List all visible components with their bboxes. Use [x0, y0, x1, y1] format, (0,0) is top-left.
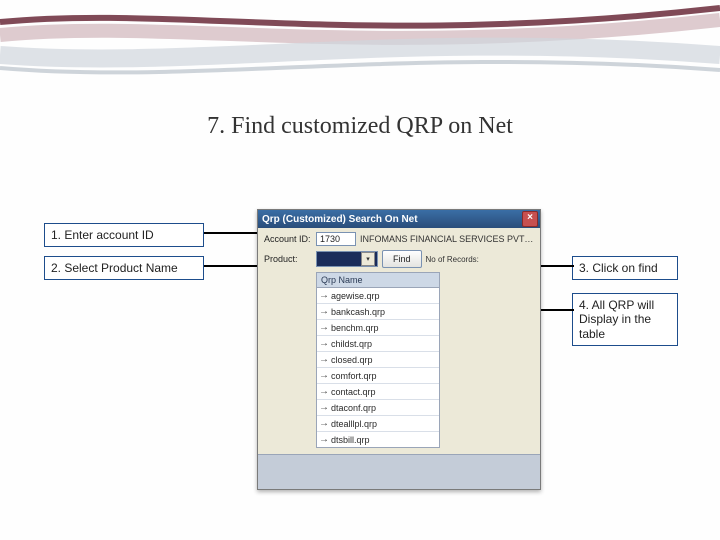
close-icon[interactable]: ×: [522, 211, 538, 227]
product-row: Product: ▾ Find No of Records:: [264, 250, 534, 268]
arrow-right-icon: →: [319, 355, 329, 365]
qrp-name: contact.qrp: [331, 387, 376, 397]
qrp-name: childst.qrp: [331, 339, 372, 349]
arrow-right-icon: →: [319, 323, 329, 333]
table-header: Qrp Name: [317, 273, 439, 288]
table-row[interactable]: → closed.qrp: [317, 352, 439, 368]
qrp-name: benchm.qrp: [331, 323, 379, 333]
account-row: Account ID: 1730 INFOMANS FINANCIAL SERV…: [264, 232, 534, 246]
arrow-right-icon: →: [319, 403, 329, 413]
find-button[interactable]: Find: [382, 250, 422, 268]
table-row[interactable]: → dtaconf.qrp: [317, 400, 439, 416]
qrp-name: dtealllpl.qrp: [331, 419, 377, 429]
header-swoosh: [0, 0, 720, 100]
product-dropdown[interactable]: ▾: [316, 251, 378, 267]
arrow-right-icon: →: [319, 339, 329, 349]
account-id-field[interactable]: 1730: [316, 232, 356, 246]
bottom-panel: [258, 454, 540, 489]
qrp-name: comfort.qrp: [331, 371, 377, 381]
arrow-right-icon: →: [319, 291, 329, 301]
table-row[interactable]: → comfort.qrp: [317, 368, 439, 384]
table-row[interactable]: → bankcash.qrp: [317, 304, 439, 320]
callout-step-2: 2. Select Product Name: [44, 256, 204, 280]
qrp-name: dtaconf.qrp: [331, 403, 376, 413]
qrp-name: dtsbill.qrp: [331, 435, 370, 445]
table-row[interactable]: → dtealllpl.qrp: [317, 416, 439, 432]
page-title: 7. Find customized QRP on Net: [207, 113, 513, 140]
chevron-down-icon: ▾: [361, 252, 375, 266]
qrp-name: agewise.qrp: [331, 291, 380, 301]
no-records-label: No of Records:: [426, 255, 479, 264]
table-row[interactable]: → contact.qrp: [317, 384, 439, 400]
arrow-right-icon: →: [319, 387, 329, 397]
window-titlebar: Qrp (Customized) Search On Net ×: [258, 210, 540, 228]
qrp-table: Qrp Name → agewise.qrp → bankcash.qrp → …: [316, 272, 440, 448]
search-window: Qrp (Customized) Search On Net × Account…: [257, 209, 541, 490]
account-label: Account ID:: [264, 234, 312, 244]
table-row[interactable]: → benchm.qrp: [317, 320, 439, 336]
callout-step-1: 1. Enter account ID: [44, 223, 204, 247]
table-row[interactable]: → childst.qrp: [317, 336, 439, 352]
callout-step-4: 4. All QRP will Display in the table: [572, 293, 678, 346]
product-label: Product:: [264, 254, 312, 264]
arrow-right-icon: →: [319, 371, 329, 381]
arrow-right-icon: →: [319, 307, 329, 317]
arrow-right-icon: →: [319, 435, 329, 445]
window-title: Qrp (Customized) Search On Net: [262, 214, 418, 225]
qrp-name: bankcash.qrp: [331, 307, 385, 317]
qrp-name: closed.qrp: [331, 355, 373, 365]
table-row[interactable]: → agewise.qrp: [317, 288, 439, 304]
callout-step-3: 3. Click on find: [572, 256, 678, 280]
arrow-right-icon: →: [319, 419, 329, 429]
account-name-display: INFOMANS FINANCIAL SERVICES PVT LTD: [360, 234, 534, 244]
table-row[interactable]: → dtsbill.qrp: [317, 432, 439, 447]
